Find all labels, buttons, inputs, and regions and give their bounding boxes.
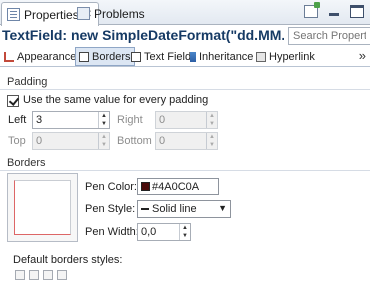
tab-borders[interactable]: Borders — [75, 47, 135, 66]
border-preview[interactable] — [7, 173, 78, 242]
title-row: TextField: new SimpleDateFormat("dd.MM.Y… — [0, 26, 370, 46]
tab-appearance-label: Appearance — [17, 50, 77, 63]
top-padding-arrows: ▲ ▼ — [98, 133, 109, 149]
pen-width-label: Pen Width: — [85, 226, 139, 238]
tab-borders-label: Borders — [92, 50, 131, 63]
borders-icon — [79, 51, 89, 62]
properties-icon — [7, 8, 20, 21]
page-title: TextField: new SimpleDateFormat("dd.MM.Y… — [2, 27, 284, 43]
hyperlink-icon — [256, 51, 266, 62]
left-padding-spinner[interactable]: ▲▼ — [32, 111, 110, 129]
bottom-padding-spinner: ▲▼ — [155, 132, 218, 150]
tab-hyperlink[interactable]: Hyperlink — [256, 47, 315, 66]
minimize-icon[interactable] — [327, 5, 341, 18]
tab-text-field[interactable]: Text Field — [131, 47, 191, 66]
border-preview-box — [14, 180, 71, 235]
bottom-padding-input — [156, 133, 205, 149]
pen-style-label: Pen Style: — [85, 203, 136, 215]
appearance-icon — [4, 51, 14, 62]
same-padding-label: Use the same value for every padding — [23, 94, 209, 106]
tab-properties-label: Properties — [24, 7, 79, 22]
right-padding-arrows: ▲ ▼ — [206, 112, 217, 128]
pen-color-label: Pen Color: — [85, 181, 137, 193]
bottom-label: Bottom — [117, 135, 152, 147]
tab-inheritance-label: Inheritance — [199, 50, 254, 63]
view-tab-bar: Properties ✕ Problems — [0, 0, 370, 26]
border-style-box-icon[interactable] — [29, 270, 39, 280]
border-style-none-icon[interactable] — [15, 270, 25, 280]
top-label: Top — [8, 135, 26, 147]
tab-problems-label: Problems — [94, 6, 145, 21]
maximize-icon[interactable] — [350, 5, 364, 18]
tab-hyperlink-label: Hyperlink — [269, 50, 315, 63]
pen-style-value: Solid line — [152, 203, 197, 215]
left-padding-input[interactable] — [33, 112, 97, 128]
padding-group-label: Padding — [7, 76, 48, 88]
borders-group-label: Borders — [7, 157, 46, 169]
border-style-bottom-icon[interactable] — [57, 270, 67, 280]
right-padding-input — [156, 112, 205, 128]
tab-inheritance[interactable]: Inheritance — [190, 47, 253, 66]
bottom-padding-arrows: ▲ ▼ — [206, 133, 217, 149]
borders-divider — [0, 170, 370, 171]
more-tabs-chevron-icon[interactable]: » — [359, 48, 366, 63]
padding-divider — [0, 89, 370, 90]
inheritance-icon — [190, 51, 196, 62]
same-padding-checkbox[interactable] — [7, 95, 19, 107]
solid-line-icon — [141, 208, 149, 210]
tab-text-field-label: Text Field — [144, 50, 192, 63]
view-toolbar — [304, 2, 364, 18]
chevron-down-icon: ▼ — [218, 203, 227, 213]
right-label: Right — [117, 114, 143, 126]
pen-width-spinner[interactable]: ▲▼ — [137, 223, 191, 241]
right-padding-spinner: ▲▼ — [155, 111, 218, 129]
top-padding-spinner: ▲▼ — [32, 132, 110, 150]
text-field-icon — [131, 51, 141, 62]
pen-color-value: #4A0C0A — [152, 180, 200, 193]
default-borders-styles — [15, 270, 67, 280]
pen-width-input[interactable] — [138, 224, 178, 240]
default-borders-label: Default borders styles: — [13, 254, 123, 266]
tab-appearance[interactable]: Appearance — [4, 47, 76, 66]
pen-color-picker[interactable]: #4A0C0A — [137, 178, 219, 195]
pen-width-arrows[interactable]: ▲ ▼ — [179, 224, 190, 240]
pin-view-icon[interactable] — [304, 2, 320, 18]
left-label: Left — [8, 114, 27, 126]
tab-problems[interactable]: Problems — [72, 2, 150, 25]
color-swatch — [141, 182, 150, 191]
border-style-top-bottom-icon[interactable] — [43, 270, 53, 280]
section-tab-bar: Appearance Borders Text Field Inheritanc… — [0, 45, 370, 67]
pen-style-select[interactable]: Solid line ▼ — [137, 200, 231, 218]
search-input[interactable] — [288, 27, 370, 45]
problems-icon — [77, 7, 90, 20]
left-padding-arrows[interactable]: ▲ ▼ — [98, 112, 109, 128]
top-padding-input — [33, 133, 97, 149]
